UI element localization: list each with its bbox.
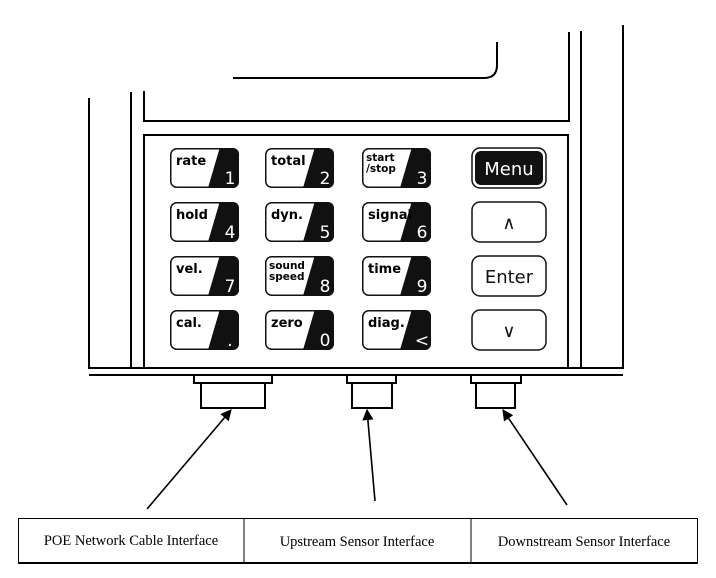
arrow-downstream [502, 409, 568, 506]
key-label: vel. [176, 262, 203, 277]
key-vel[interactable]: vel. 7 [170, 256, 239, 297]
key-rate[interactable]: rate 1 [170, 148, 239, 189]
key-startstop[interactable]: start/stop 3 [362, 148, 431, 189]
key-time[interactable]: time 9 [362, 256, 431, 297]
key-label: time [368, 262, 401, 277]
key-digit: 9 [417, 277, 428, 297]
key-digit: . [227, 331, 232, 351]
key-zero[interactable]: zero 0 [265, 310, 334, 351]
downstream-port-flange [470, 374, 522, 384]
key-diag[interactable]: diag. < [362, 310, 431, 351]
key-hold[interactable]: hold 4 [170, 202, 239, 243]
key-label: /stop [366, 163, 396, 175]
key-digit: 3 [417, 169, 428, 189]
ports [193, 374, 522, 409]
arrow-upstream [362, 408, 376, 502]
key-signal[interactable]: signal 6 [362, 202, 431, 243]
key-label: total [271, 154, 306, 169]
key-total[interactable]: total 2 [265, 148, 334, 189]
upstream-port-flange [346, 374, 397, 384]
arrow-poe [146, 409, 232, 510]
label-downstream-interface: Downstream Sensor Interface [498, 534, 670, 550]
key-digit: 0 [320, 331, 331, 351]
label-upstream-interface: Upstream Sensor Interface [280, 534, 435, 550]
poe-port [200, 382, 266, 409]
key-digit: 2 [320, 169, 331, 189]
key-dyn[interactable]: dyn. 5 [265, 202, 334, 243]
key-label: diag. [368, 316, 405, 331]
up-arrow-icon: ∧ [502, 213, 515, 234]
nav-key-label: Menu [484, 159, 533, 180]
up-button[interactable]: ∧ [471, 201, 547, 243]
device-keypad-diagram: rate1total2start/stop 3hold4dyn.5signal6v… [18, 25, 698, 564]
key-digit: 7 [225, 277, 236, 297]
key-digit: 8 [320, 277, 331, 297]
key-label: dyn. [271, 208, 303, 223]
arrows [146, 408, 568, 510]
down-arrow-icon: ∨ [502, 321, 515, 342]
down-button[interactable]: ∨ [471, 309, 547, 351]
key-label: speed [269, 271, 305, 283]
key-label: rate [176, 154, 206, 169]
key-label: hold [176, 208, 208, 223]
poe-port-flange [193, 374, 273, 384]
key-label: cal. [176, 316, 202, 331]
key-digit: 5 [320, 223, 331, 243]
key-soundspeed[interactable]: soundspeed 8 [265, 256, 334, 297]
key-digit: 6 [417, 223, 428, 243]
display-outline [233, 42, 498, 79]
key-cal[interactable]: cal.. [170, 310, 239, 351]
key-label: signal [368, 208, 412, 223]
key-label: zero [271, 316, 303, 331]
key-digit: < [415, 331, 429, 351]
upstream-port [351, 382, 393, 409]
enter-button[interactable]: Enter [471, 255, 547, 297]
nav-key-label: Enter [485, 267, 534, 288]
key-digit: 1 [225, 169, 236, 189]
label-poe-interface: POE Network Cable Interface [44, 533, 218, 549]
key-digit: 4 [225, 223, 236, 243]
menu-button[interactable]: Menu [471, 147, 547, 189]
downstream-port [475, 382, 516, 409]
screen-frame [143, 32, 570, 122]
interface-legend-table: POE Network Cable Interface Upstream Sen… [18, 518, 698, 564]
